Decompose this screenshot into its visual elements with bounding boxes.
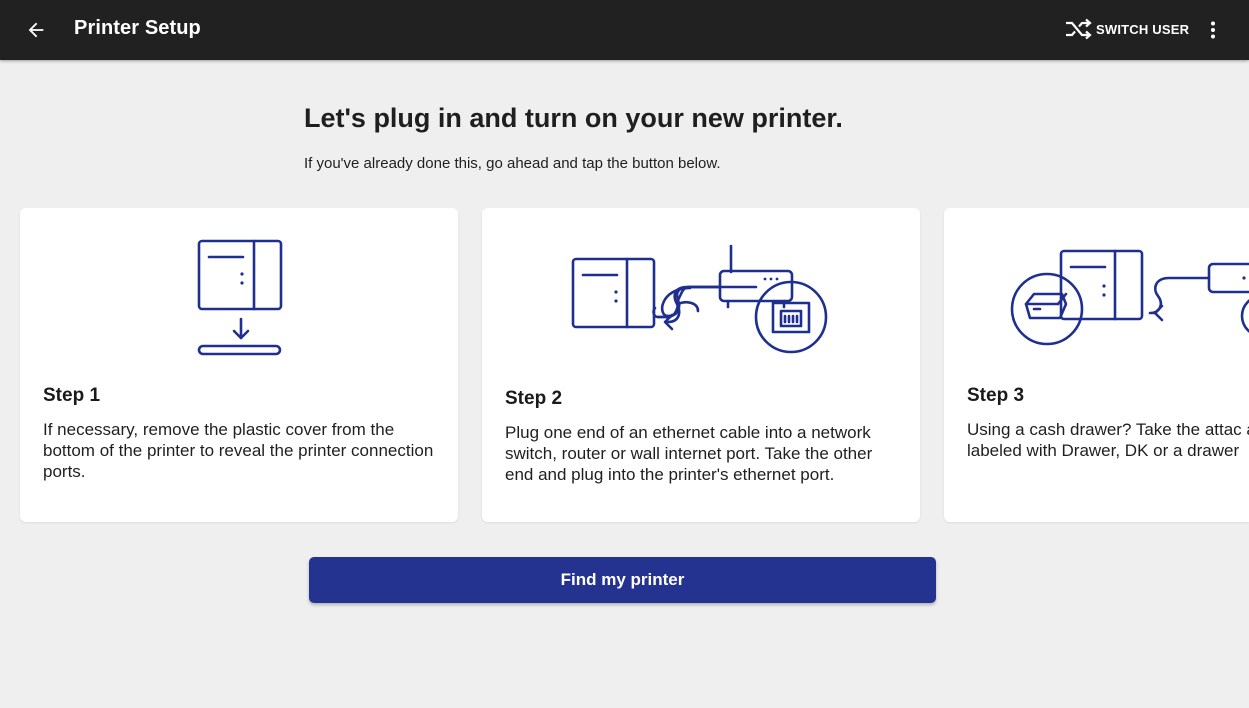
app-bar: Printer Setup SWITCH USER [0, 0, 1249, 60]
step-title: Step 2 [505, 388, 563, 409]
step-title: Step 3 [967, 385, 1025, 406]
step-card-1: Step 1 If necessary, remove the plastic … [20, 208, 458, 522]
printer-cover-illustration [197, 239, 283, 356]
shuffle-icon [1066, 18, 1092, 40]
find-my-printer-button[interactable]: Find my printer [309, 557, 936, 603]
step-description: If necessary, remove the plastic cover f… [43, 420, 434, 481]
step-card-2: Step 2 Plug one end of an ethernet cable… [482, 208, 920, 522]
page-title: Printer Setup [74, 17, 201, 39]
back-button[interactable] [22, 16, 50, 44]
headline: Let's plug in and turn on your new print… [304, 103, 843, 133]
step-card-3: Step 3 Using a cash drawer? Take the att… [944, 208, 1249, 522]
cash-drawer-illustration [1010, 249, 1249, 346]
step-title: Step 1 [43, 385, 101, 406]
step-description: Using a cash drawer? Take the attac and … [967, 420, 1249, 460]
switch-user-button[interactable]: SWITCH USER [1064, 17, 1189, 41]
more-vert-icon [1211, 21, 1215, 39]
arrow-left-icon [28, 22, 44, 38]
subtext: If you've already done this, go ahead an… [304, 155, 721, 172]
step-description: Plug one end of an ethernet cable into a… [505, 423, 873, 484]
more-options-button[interactable] [1201, 16, 1225, 44]
ethernet-cable-illustration [571, 244, 828, 354]
switch-user-label: SWITCH USER [1096, 21, 1190, 37]
